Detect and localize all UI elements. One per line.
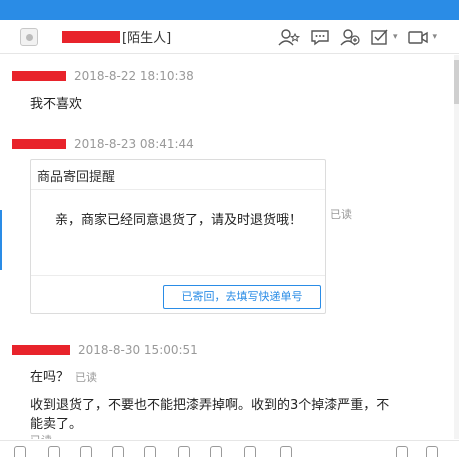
message-timestamp: 2018-8-22 18:10:38 <box>74 69 194 83</box>
redacted-sender-name <box>12 71 66 81</box>
redacted-contact-name <box>62 30 120 43</box>
selection-indicator <box>0 210 2 270</box>
fill-tracking-number-button[interactable]: 已寄回，去填写快递单号 <box>163 285 321 309</box>
redacted-sender-name <box>12 345 70 355</box>
scrollbar[interactable] <box>454 55 459 439</box>
message-text: 能卖了。 <box>30 417 83 432</box>
video-call-icon[interactable] <box>407 28 429 46</box>
return-reminder-card: 商品寄回提醒 亲，商家已经同意退货了，请及时退货哦！ 已寄回，去填写快递单号 <box>30 159 326 314</box>
add-group-icon[interactable] <box>340 28 360 46</box>
window-top-strip <box>0 0 459 20</box>
file-icon[interactable] <box>144 446 156 457</box>
divider <box>31 189 325 190</box>
message-text-line: 在吗？ <box>30 370 70 385</box>
card-title: 商品寄回提醒 <box>37 170 116 185</box>
scrollbar-thumb[interactable] <box>454 60 459 104</box>
card-body: 亲，商家已经同意退货了，请及时退货哦！ <box>55 213 303 228</box>
font-icon[interactable] <box>48 446 60 457</box>
message-timestamp: 2018-8-23 08:41:44 <box>74 137 194 151</box>
input-toolbar <box>0 440 459 457</box>
dropdown-caret-icon[interactable]: ▾ <box>432 32 437 42</box>
message-text: 我不喜欢 <box>30 97 83 112</box>
read-status: 已读 <box>330 208 352 221</box>
emoji-icon[interactable] <box>14 446 26 457</box>
header-toolbar: ▾ ▾ <box>278 28 437 46</box>
screenshot-icon[interactable] <box>112 446 124 457</box>
shake-icon[interactable] <box>178 446 190 457</box>
heart-icon[interactable] <box>244 446 256 457</box>
chevron-down-icon[interactable]: ▾ <box>393 32 398 42</box>
message-header: 2018-8-30 15:00:51 <box>12 343 198 357</box>
add-friend-icon[interactable] <box>278 28 300 46</box>
task-icon[interactable] <box>370 28 390 46</box>
contact-tag: [陌生人] <box>122 31 172 46</box>
message-timestamp: 2018-8-30 15:00:51 <box>78 343 198 357</box>
message-list[interactable]: 2018-8-22 18:10:38 我不喜欢 2018-8-23 08:41:… <box>0 55 454 439</box>
redacted-sender-name <box>12 139 66 149</box>
message-text: 收到退货了，不要也不能把漆弄掉啊。收到的3个掉漆严重，不 <box>30 398 390 413</box>
settings-icon[interactable] <box>426 446 438 457</box>
avatar[interactable] <box>20 27 38 46</box>
product-icon[interactable] <box>280 446 292 457</box>
message-header: 2018-8-23 08:41:44 <box>12 137 194 151</box>
message-text: 在吗？ 已读 <box>30 366 97 385</box>
message-header: 2018-8-22 18:10:38 <box>12 69 194 83</box>
chat-bubble-icon[interactable] <box>310 28 330 46</box>
history-icon[interactable] <box>396 446 408 457</box>
read-status: 已读 <box>75 371 98 384</box>
image-icon[interactable] <box>80 446 92 457</box>
gift-icon[interactable] <box>210 446 222 457</box>
divider <box>31 275 325 276</box>
chat-header: [陌生人] ▾ ▾ <box>0 20 459 54</box>
read-status: 已读 <box>30 432 52 439</box>
